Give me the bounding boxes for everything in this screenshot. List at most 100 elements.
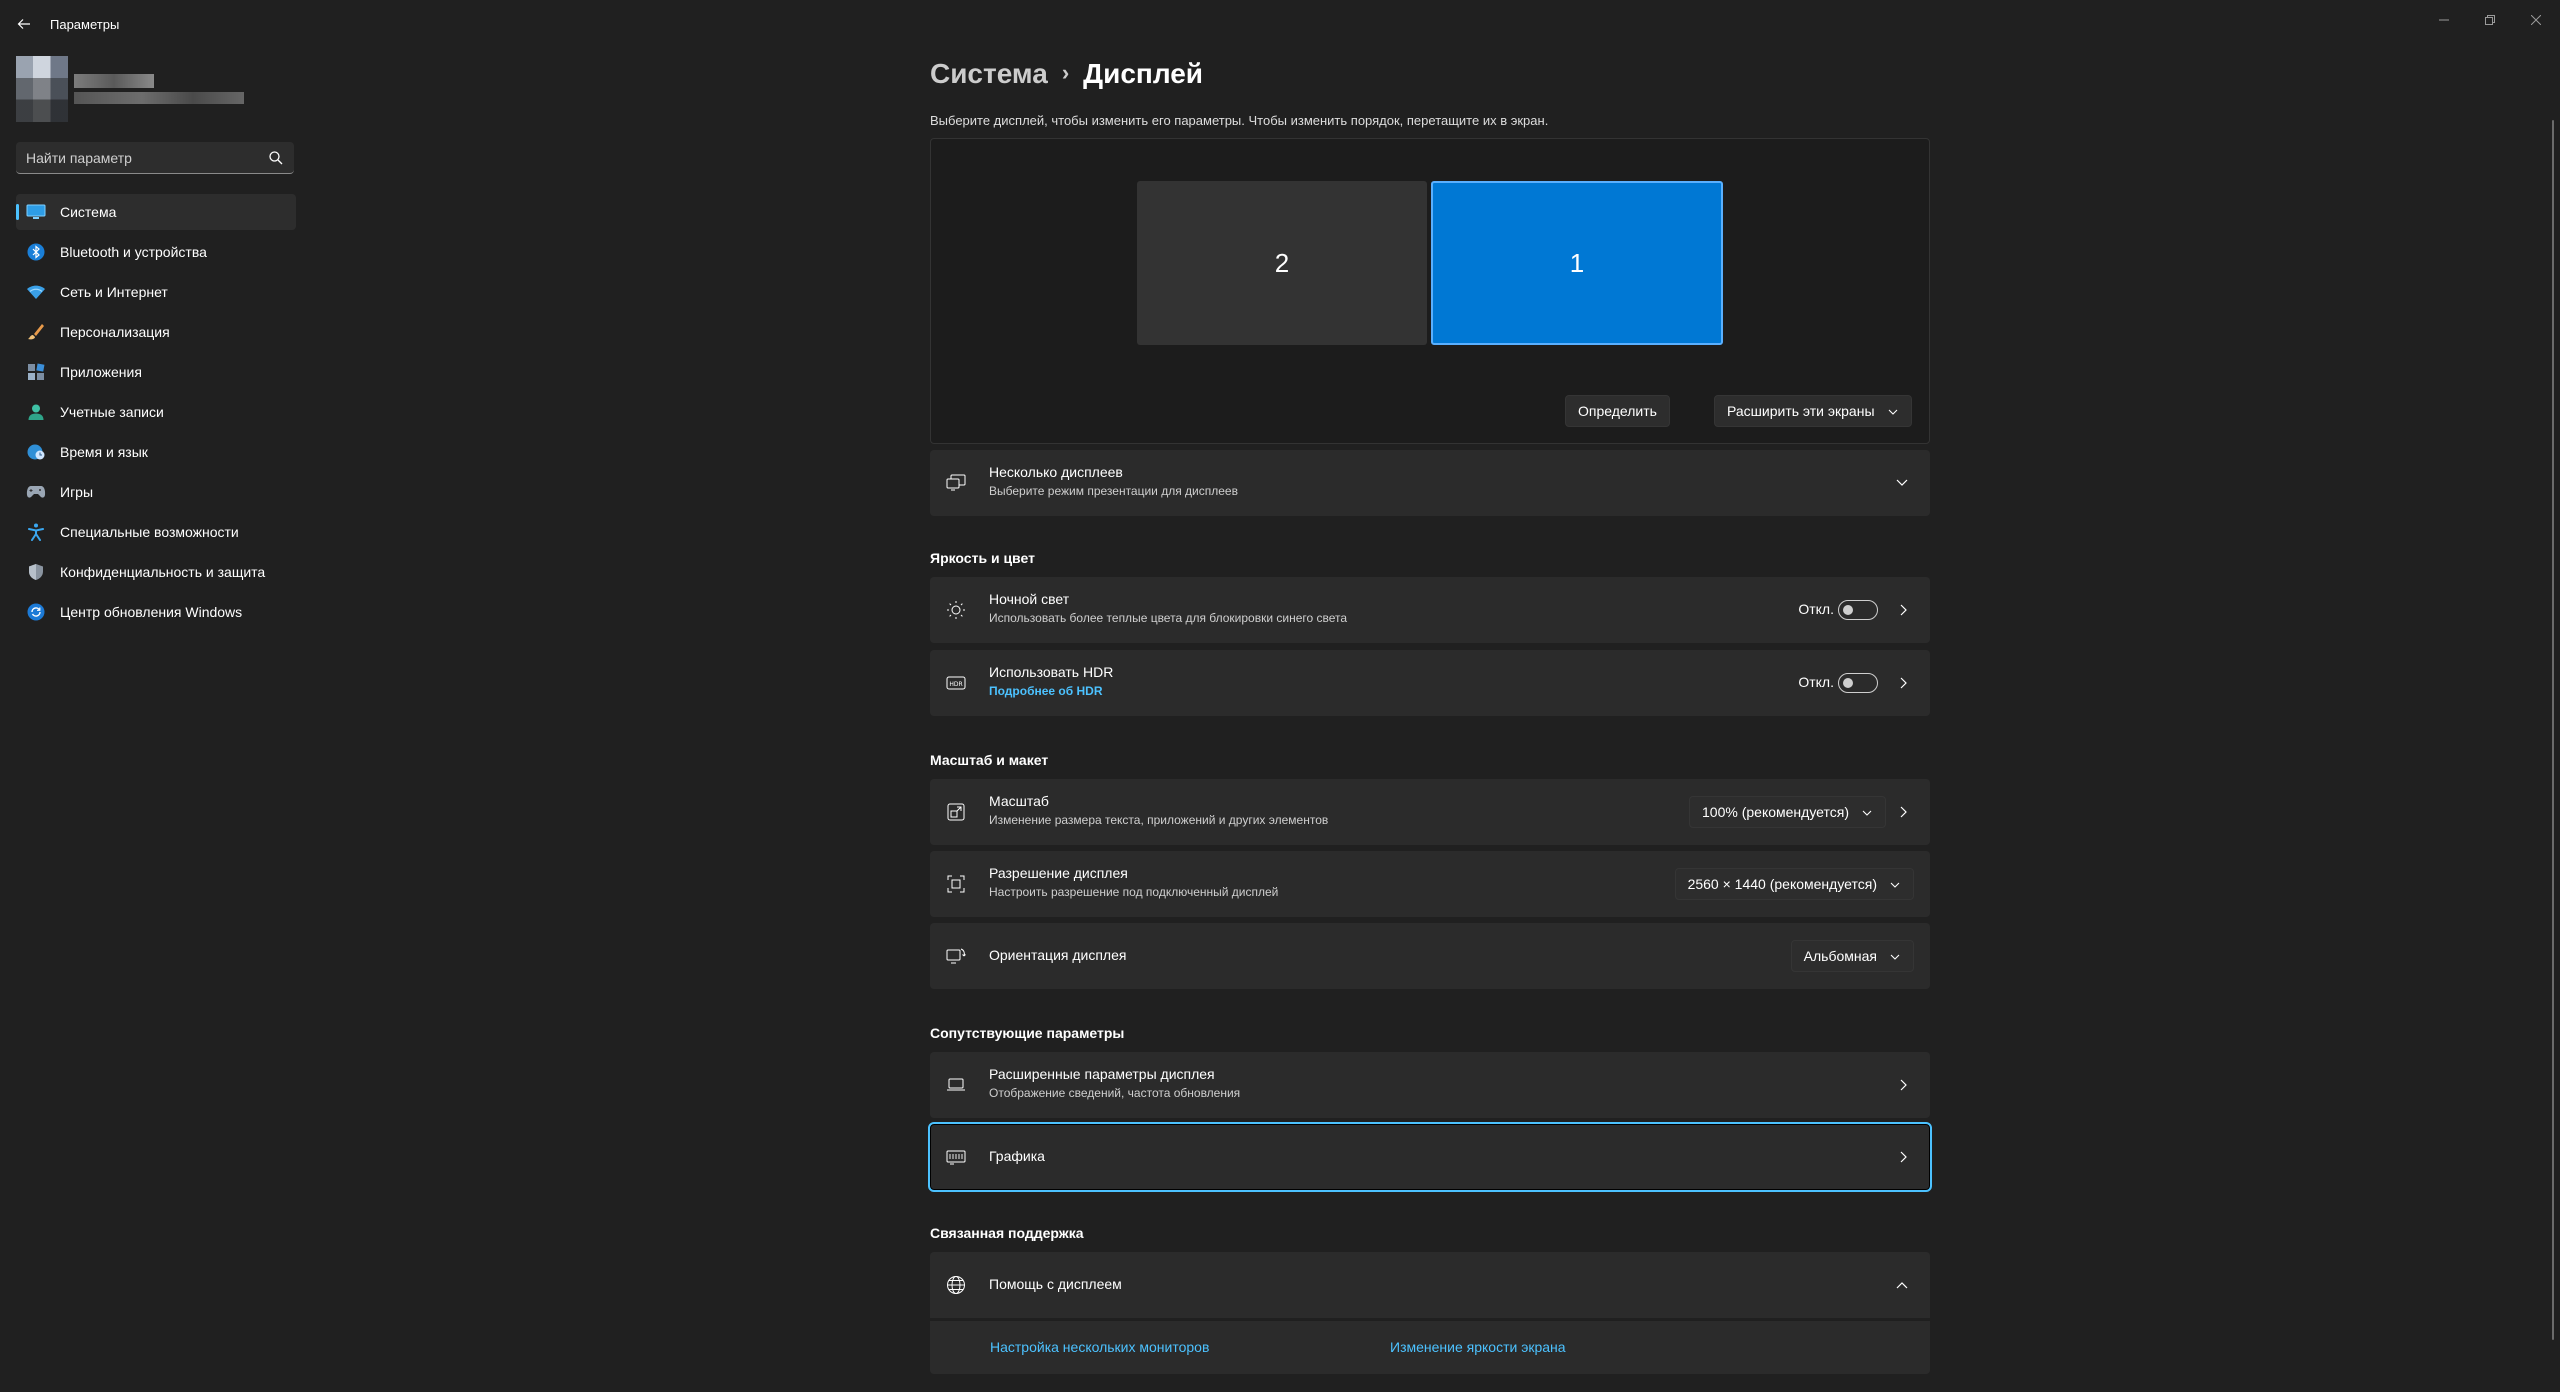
scale-card[interactable]: Масштаб Изменение размера текста, прилож… <box>930 779 1930 845</box>
card-title: Ночной свет <box>989 591 1070 607</box>
graphics-card[interactable]: Графика <box>928 1122 1932 1192</box>
chevron-right-icon[interactable] <box>1896 804 1910 820</box>
chevron-down-icon <box>1888 409 1897 415</box>
section-title-brightness: Яркость и цвет <box>930 550 1035 566</box>
chevron-right-icon[interactable] <box>1896 1077 1910 1093</box>
multiple-displays-card[interactable]: Несколько дисплеев Выберите режим презен… <box>930 450 1930 516</box>
orientation-dropdown[interactable]: Альбомная <box>1790 940 1914 972</box>
account-name-blurred <box>74 74 154 88</box>
section-title-support: Связанная поддержка <box>930 1225 1084 1241</box>
display-help-links: Настройка нескольких мониторов Изменение… <box>930 1320 1930 1374</box>
multiple-displays-icon <box>946 473 966 493</box>
account-icon <box>26 403 46 421</box>
sidebar-nav: Система Bluetooth и устройства Сеть и Ин… <box>16 194 296 634</box>
chevron-down-icon[interactable] <box>1894 476 1910 490</box>
shield-icon <box>26 563 46 581</box>
sidebar-item-accessibility[interactable]: Специальные возможности <box>16 514 296 550</box>
sidebar-item-windows-update[interactable]: Центр обновления Windows <box>16 594 296 630</box>
chevron-right-icon[interactable] <box>1896 602 1910 618</box>
hdr-card[interactable]: HDR Использовать HDR Подробнее об HDR От… <box>930 650 1930 716</box>
wifi-icon <box>26 283 46 301</box>
svg-text:HDR: HDR <box>949 681 962 688</box>
sidebar-item-label: Время и язык <box>60 444 148 460</box>
section-title-related: Сопутствующие параметры <box>930 1025 1125 1041</box>
card-title: Ориентация дисплея <box>989 947 1127 963</box>
sun-icon <box>946 600 966 620</box>
sidebar-item-network[interactable]: Сеть и Интернет <box>16 274 296 310</box>
toggle-state-label: Откл. <box>1798 674 1834 690</box>
card-subtitle: Изменение размера текста, приложений и д… <box>989 813 1329 827</box>
search-input[interactable] <box>26 142 256 173</box>
help-link-multiple-monitors[interactable]: Настройка нескольких мониторов <box>990 1339 1209 1355</box>
bluetooth-icon <box>26 243 46 261</box>
breadcrumb: Система › Дисплей <box>930 58 1203 90</box>
sidebar-item-privacy[interactable]: Конфиденциальность и защита <box>16 554 296 590</box>
close-icon <box>2531 15 2541 25</box>
sidebar-item-gaming[interactable]: Игры <box>16 474 296 510</box>
card-subtitle: Выберите режим презентации для дисплеев <box>989 484 1238 498</box>
minimize-button[interactable] <box>2426 6 2462 34</box>
hdr-learn-more-link[interactable]: Подробнее об HDR <box>989 684 1103 698</box>
chevron-up-icon[interactable] <box>1894 1278 1910 1292</box>
hdr-toggle[interactable] <box>1838 673 1878 693</box>
search-box[interactable] <box>16 142 294 174</box>
night-light-card[interactable]: Ночной свет Использовать более теплые цв… <box>930 577 1930 643</box>
orientation-icon <box>946 946 966 966</box>
sidebar-item-label: Система <box>60 204 117 220</box>
sidebar-item-time-language[interactable]: Время и язык <box>16 434 296 470</box>
account-email-blurred <box>74 92 244 104</box>
section-title-scale: Масштаб и макет <box>930 752 1049 768</box>
close-button[interactable] <box>2518 6 2554 34</box>
restore-icon <box>2485 15 2495 25</box>
identify-button[interactable]: Определить <box>1565 395 1670 427</box>
chevron-down-icon <box>1862 810 1872 816</box>
sidebar-item-system[interactable]: Система <box>16 194 296 230</box>
resolution-dropdown[interactable]: 2560 × 1440 (рекомендуется) <box>1674 868 1914 900</box>
sidebar-item-label: Игры <box>60 484 94 500</box>
card-title: Использовать HDR <box>989 664 1114 680</box>
display-help-card[interactable]: Помощь с дисплеем <box>930 1252 1930 1318</box>
laptop-icon <box>946 1075 966 1095</box>
orientation-card[interactable]: Ориентация дисплея Альбомная <box>930 923 1930 989</box>
chevron-right-icon[interactable] <box>1896 1149 1910 1165</box>
sidebar-item-apps[interactable]: Приложения <box>16 354 296 390</box>
account-area[interactable] <box>16 56 246 122</box>
chevron-down-icon <box>1890 954 1900 960</box>
restore-button[interactable] <box>2472 6 2508 34</box>
back-arrow-icon <box>17 19 30 29</box>
card-subtitle: Настроить разрешение под подключенный ди… <box>989 885 1279 899</box>
sidebar-item-accounts[interactable]: Учетные записи <box>16 394 296 430</box>
sidebar-item-label: Центр обновления Windows <box>60 604 243 620</box>
monitor-2[interactable]: 2 <box>1137 181 1427 345</box>
night-light-toggle[interactable] <box>1838 600 1878 620</box>
brush-icon <box>26 323 46 341</box>
scrollbar[interactable] <box>2552 120 2554 1340</box>
sidebar-item-label: Конфиденциальность и защита <box>60 564 266 580</box>
resolution-icon <box>946 874 966 894</box>
apps-icon <box>26 363 46 381</box>
card-title: Несколько дисплеев <box>989 464 1123 480</box>
scale-dropdown[interactable]: 100% (рекомендуется) <box>1689 796 1886 828</box>
update-icon <box>26 603 46 621</box>
advanced-display-card[interactable]: Расширенные параметры дисплея Отображени… <box>930 1052 1930 1118</box>
display-mode-dropdown[interactable]: Расширить эти экраны <box>1714 395 1912 427</box>
help-link-brightness[interactable]: Изменение яркости экрана <box>1390 1339 1566 1355</box>
chevron-right-icon[interactable] <box>1896 675 1910 691</box>
card-title: Помощь с дисплеем <box>989 1276 1122 1292</box>
card-subtitle: Отображение сведений, частота обновления <box>989 1086 1241 1100</box>
resolution-card[interactable]: Разрешение дисплея Настроить разрешение … <box>930 851 1930 917</box>
sidebar-item-bluetooth[interactable]: Bluetooth и устройства <box>16 234 296 270</box>
monitor-1[interactable]: 1 <box>1431 181 1723 345</box>
card-title: Масштаб <box>989 793 1049 809</box>
sidebar-item-personalization[interactable]: Персонализация <box>16 314 296 350</box>
breadcrumb-parent[interactable]: Система <box>930 58 1048 89</box>
search-icon[interactable] <box>268 150 284 166</box>
toggle-state-label: Откл. <box>1798 601 1834 617</box>
graphics-card-icon <box>946 1147 966 1167</box>
sidebar-item-label: Сеть и Интернет <box>60 284 168 300</box>
back-button[interactable] <box>12 12 36 36</box>
accessibility-icon <box>26 523 46 541</box>
card-title: Разрешение дисплея <box>989 865 1128 881</box>
display-instructions: Выберите дисплей, чтобы изменить его пар… <box>930 113 1549 128</box>
gamepad-icon <box>26 483 46 501</box>
